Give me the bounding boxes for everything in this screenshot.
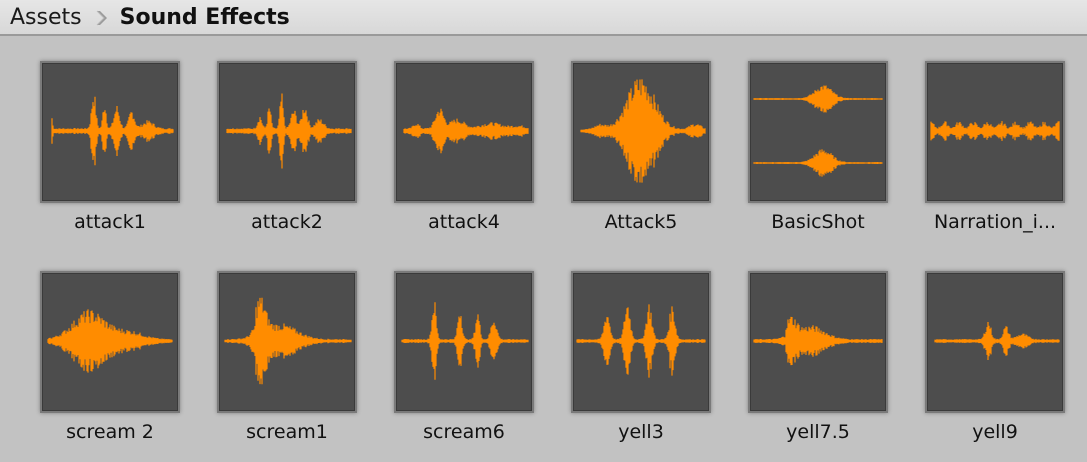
asset-name: yell3 <box>618 421 664 443</box>
asset-tile[interactable]: scream1 <box>202 246 372 446</box>
asset-tile[interactable]: yell9 <box>910 246 1080 446</box>
asset-name: yell7.5 <box>786 421 850 443</box>
waveform-graphic <box>580 79 706 183</box>
asset-tile[interactable]: yell3 <box>556 246 726 446</box>
waveform-thumbnail <box>571 271 711 413</box>
waveform-graphic <box>47 309 173 373</box>
asset-tile[interactable]: scream6 <box>379 246 549 446</box>
waveform-graphic <box>753 85 883 113</box>
asset-tile[interactable]: attack4 <box>379 36 549 236</box>
asset-tile[interactable]: attack1 <box>25 36 195 236</box>
waveform-graphic <box>753 149 883 177</box>
breadcrumb-assets-link[interactable]: Assets <box>10 5 82 30</box>
waveform-thumbnail <box>748 271 888 413</box>
waveform-graphic <box>401 302 529 380</box>
waveform-thumbnail <box>40 61 180 203</box>
asset-tile[interactable]: BasicShot <box>733 36 903 236</box>
breadcrumb-current: Sound Effects <box>119 4 290 30</box>
waveform-thumbnail <box>217 271 357 413</box>
waveform-thumbnail <box>748 61 888 203</box>
waveform-thumbnail <box>394 271 534 413</box>
asset-tile[interactable]: attack2 <box>202 36 372 236</box>
asset-name: attack2 <box>251 211 323 233</box>
waveform-graphic <box>576 304 706 378</box>
asset-name: scream6 <box>423 421 505 443</box>
waveform-graphic <box>753 316 883 366</box>
waveform-graphic <box>224 297 352 385</box>
waveform-thumbnail <box>394 61 534 203</box>
waveform-graphic <box>51 96 174 166</box>
asset-grid: attack1 attack2 attack4 Attack5 BasicSho… <box>0 36 1087 462</box>
waveform-graphic <box>930 121 1060 141</box>
asset-name: yell9 <box>972 421 1018 443</box>
asset-name: BasicShot <box>771 211 865 233</box>
waveform-graphic <box>226 93 352 169</box>
waveform-thumbnail <box>925 61 1065 203</box>
waveform-thumbnail <box>571 61 711 203</box>
asset-tile[interactable]: scream 2 <box>25 246 195 446</box>
chevron-right-icon <box>92 9 110 27</box>
waveform-graphic <box>403 108 529 154</box>
asset-tile[interactable]: Attack5 <box>556 36 726 236</box>
asset-name: Attack5 <box>604 211 678 233</box>
asset-tile[interactable]: yell7.5 <box>733 246 903 446</box>
breadcrumb: Assets Sound Effects <box>0 0 1087 36</box>
waveform-thumbnail <box>925 271 1065 413</box>
waveform-thumbnail <box>217 61 357 203</box>
asset-name: scream 2 <box>66 421 154 443</box>
asset-name: Narration_i... <box>933 211 1057 233</box>
waveform-graphic <box>934 322 1060 360</box>
asset-name: scream1 <box>246 421 328 443</box>
asset-name: attack4 <box>428 211 500 233</box>
waveform-thumbnail <box>40 271 180 413</box>
asset-tile[interactable]: Narration_i... <box>910 36 1080 236</box>
asset-name: attack1 <box>74 211 146 233</box>
